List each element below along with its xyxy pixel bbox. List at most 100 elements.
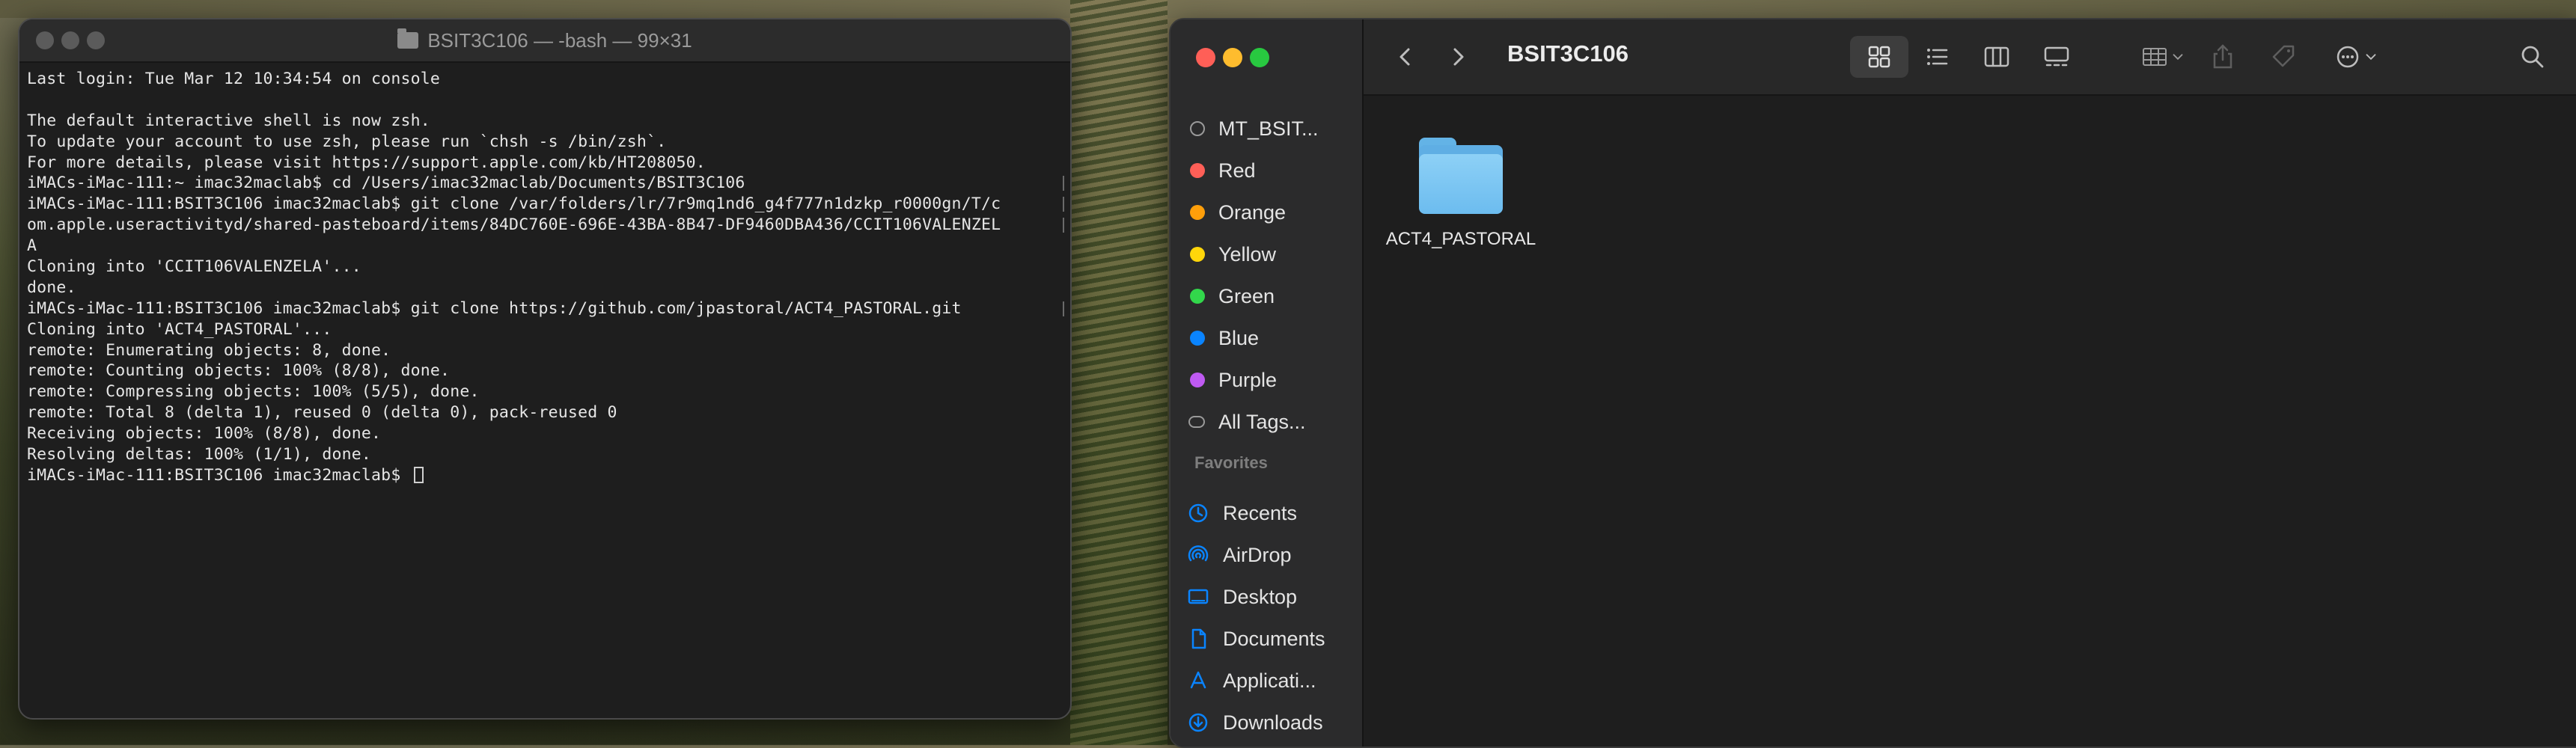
share-button[interactable] bbox=[2208, 42, 2238, 72]
sidebar-item-applications[interactable]: Applicati... bbox=[1187, 661, 1352, 700]
sidebar-favorites-header: Favorites bbox=[1194, 453, 1268, 472]
finder-title: BSIT3C106 bbox=[1507, 40, 1629, 67]
forward-button[interactable] bbox=[1443, 42, 1473, 72]
sidebar-tag-item[interactable]: Yellow bbox=[1187, 235, 1352, 274]
more-actions-button[interactable] bbox=[2326, 42, 2386, 72]
sidebar-tag-item[interactable]: Red bbox=[1187, 151, 1352, 190]
sidebar-item-downloads[interactable]: Downloads bbox=[1187, 703, 1352, 742]
sidebar-item-label: Blue bbox=[1218, 326, 1260, 349]
tag-color-dot-icon bbox=[1190, 373, 1205, 387]
terminal-window[interactable]: BSIT3C106 — -bash — 99×31 Last login: Tu… bbox=[18, 18, 1072, 720]
sidebar-item-label: MT_BSIT... bbox=[1218, 117, 1319, 140]
sidebar-item-label: Purple bbox=[1218, 368, 1278, 391]
terminal-output[interactable]: Last login: Tue Mar 12 10:34:54 on conso… bbox=[27, 69, 1064, 711]
list-view-button[interactable] bbox=[1922, 42, 1952, 72]
tag-color-dot-icon bbox=[1190, 247, 1205, 262]
chevron-down-icon bbox=[2173, 54, 2183, 61]
sidebar-tag-item[interactable]: Orange bbox=[1187, 193, 1352, 232]
share-icon bbox=[2213, 44, 2232, 69]
icon-view-button[interactable] bbox=[1864, 42, 1894, 72]
chevron-left-icon bbox=[1400, 48, 1410, 66]
sidebar-item-label: Documents bbox=[1223, 627, 1325, 650]
terminal-line: Cloning into 'ACT4_PASTORAL'... bbox=[27, 319, 332, 339]
applications-icon bbox=[1187, 669, 1209, 692]
terminal-title: BSIT3C106 — -bash — 99×31 bbox=[427, 28, 692, 52]
sidebar-item-documents[interactable]: Documents bbox=[1187, 619, 1352, 658]
terminal-cursor bbox=[413, 466, 424, 483]
column-view-button[interactable] bbox=[1982, 42, 2012, 72]
terminal-line: Receiving objects: 100% (8/8), done. bbox=[27, 424, 382, 444]
list-icon bbox=[1927, 49, 1948, 65]
terminal-line: remote: Counting objects: 100% (8/8), do… bbox=[27, 361, 451, 381]
sidebar-tag-item[interactable]: Blue bbox=[1187, 319, 1352, 358]
sidebar-item-label: Orange bbox=[1218, 200, 1287, 224]
clock-icon bbox=[1187, 502, 1209, 524]
terminal-line: done. bbox=[27, 278, 76, 297]
terminal-line: remote: Compressing objects: 100% (5/5),… bbox=[27, 382, 480, 402]
sidebar-item-label: Green bbox=[1218, 284, 1275, 307]
sidebar-tag-item[interactable]: Green bbox=[1187, 277, 1352, 316]
tag-color-dot-icon bbox=[1190, 163, 1205, 178]
terminal-line: om.apple.useractivityd/shared-pasteboard… bbox=[27, 215, 1064, 236]
terminal-line: To update your account to use zsh, pleas… bbox=[27, 132, 667, 151]
sidebar-item-desktop[interactable]: Desktop bbox=[1187, 577, 1352, 616]
line-mark bbox=[1057, 197, 1064, 212]
sidebar-item-label: All Tags... bbox=[1218, 410, 1306, 433]
sidebar-item-recents[interactable]: Recents bbox=[1187, 494, 1352, 533]
terminal-line: remote: Enumerating objects: 8, done. bbox=[27, 340, 391, 360]
download-icon bbox=[1187, 711, 1209, 734]
line-mark bbox=[1057, 301, 1064, 316]
terminal-title-wrap: BSIT3C106 — -bash — 99×31 bbox=[19, 19, 1070, 61]
terminal-line: Resolving deltas: 100% (1/1), done. bbox=[27, 445, 372, 465]
finder-content-area[interactable]: ACT4_PASTORAL bbox=[1364, 96, 2576, 747]
document-icon bbox=[1187, 628, 1209, 650]
chevron-down-icon bbox=[2366, 54, 2376, 61]
sidebar-item-label: Yellow bbox=[1218, 242, 1277, 266]
terminal-line: iMACs-iMac-111:~ imac32maclab$ cd /Users… bbox=[27, 173, 1064, 194]
sidebar-item-label: Downloads bbox=[1223, 711, 1323, 734]
terminal-titlebar[interactable]: BSIT3C106 — -bash — 99×31 bbox=[19, 19, 1070, 63]
terminal-line: remote: Total 8 (delta 1), reused 0 (del… bbox=[27, 403, 617, 423]
sidebar-tag-item[interactable]: All Tags... bbox=[1187, 402, 1352, 441]
finder-minimize-button[interactable] bbox=[1223, 48, 1242, 67]
gallery-icon bbox=[2044, 46, 2069, 67]
file-item-label: ACT4_PASTORAL bbox=[1385, 229, 1536, 249]
folder-icon bbox=[397, 28, 419, 49]
sidebar-item-label: AirDrop bbox=[1223, 543, 1292, 566]
terminal-line: A bbox=[27, 236, 37, 256]
finder-close-button[interactable] bbox=[1196, 48, 1215, 67]
tag-color-dot-icon bbox=[1190, 205, 1205, 220]
all-tags-icon bbox=[1188, 416, 1205, 428]
search-icon bbox=[2521, 46, 2544, 68]
sidebar-item-label: Red bbox=[1218, 159, 1256, 182]
sidebar-tag-item[interactable]: Purple bbox=[1187, 361, 1352, 399]
terminal-line: iMACs-iMac-111:BSIT3C106 imac32maclab$ bbox=[27, 465, 1064, 486]
columns-icon bbox=[1984, 46, 2009, 67]
folder-icon bbox=[1416, 138, 1506, 215]
tag-button[interactable] bbox=[2268, 42, 2298, 72]
terminal-line: Last login: Tue Mar 12 10:34:54 on conso… bbox=[27, 70, 441, 88]
finder-window[interactable]: MT_BSIT... Red Orange Yellow Green Blue Purple… bbox=[1169, 18, 2576, 748]
gallery-view-button[interactable] bbox=[2042, 42, 2072, 72]
finder-sidebar: MT_BSIT... Red Orange Yellow Green Blue Purple… bbox=[1171, 19, 1364, 747]
sidebar-item-label: Desktop bbox=[1223, 585, 1298, 608]
search-button[interactable] bbox=[2518, 42, 2548, 72]
group-by-button[interactable] bbox=[2133, 42, 2193, 72]
desktop-wallpaper bbox=[1070, 0, 1168, 745]
airdrop-icon bbox=[1187, 544, 1209, 566]
finder-zoom-button[interactable] bbox=[1250, 48, 1269, 67]
chevron-right-icon bbox=[1453, 48, 1464, 66]
line-mark bbox=[1057, 176, 1064, 191]
desktop-wallpaper-top bbox=[0, 0, 2576, 18]
grid-icon bbox=[1868, 46, 1890, 68]
tag-ring-icon bbox=[1190, 121, 1205, 136]
sidebar-item-airdrop[interactable]: AirDrop bbox=[1187, 536, 1352, 574]
file-item[interactable]: ACT4_PASTORAL bbox=[1379, 138, 1543, 257]
terminal-line: iMACs-iMac-111:BSIT3C106 imac32maclab$ g… bbox=[27, 298, 1064, 319]
desktop-icon bbox=[1187, 586, 1209, 608]
terminal-line: The default interactive shell is now zsh… bbox=[27, 111, 430, 130]
back-button[interactable] bbox=[1391, 42, 1420, 72]
sidebar-item-label: Recents bbox=[1223, 501, 1298, 524]
terminal-line: For more details, please visit https://s… bbox=[27, 153, 706, 172]
sidebar-tag-item[interactable]: MT_BSIT... bbox=[1187, 109, 1352, 148]
